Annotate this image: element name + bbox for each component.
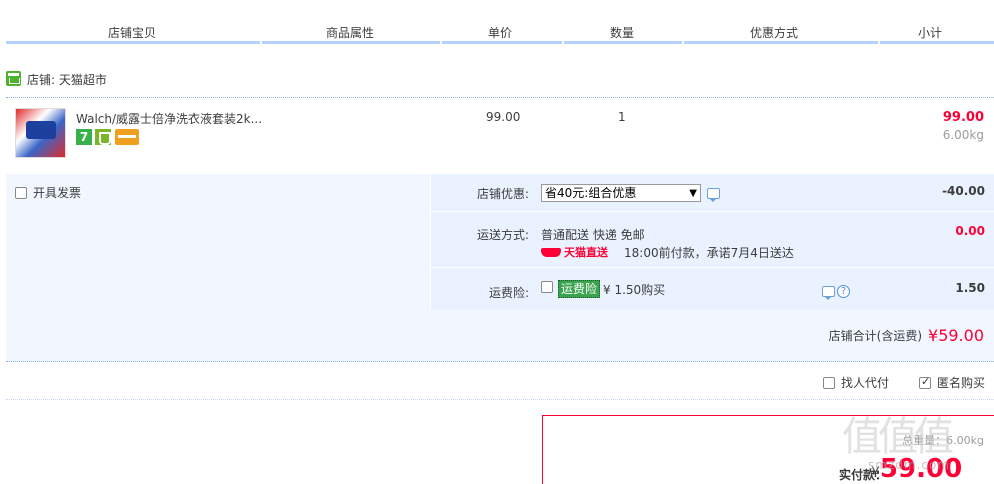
seven-day-return-icon[interactable]: 7 [76, 129, 92, 145]
watermark-url: smzdm.com [868, 458, 950, 472]
store-discount-row: 店铺优惠: 省40元:组合优惠 ▼ -40.00 [431, 174, 994, 212]
shop-name[interactable]: 店铺: 天猫超市 [27, 71, 107, 88]
header-subtotal: 小计 [917, 26, 942, 40]
store-discount-selected: 省40元:组合优惠 [545, 186, 637, 200]
store-total: 店铺合计(含运费) ¥59.00 [829, 326, 984, 345]
insurance-amount: 1.50 [955, 281, 985, 295]
header-shop-item: 店铺宝贝 [107, 26, 156, 40]
item-title-link[interactable]: Walch/威露士倍净洗衣液套装2k... [76, 110, 266, 127]
cart-item-row: Walch/威露士倍净洗衣液套装2k... 7 99.00 1 99.00 6.… [6, 98, 994, 174]
tmall-shop-icon [6, 71, 21, 86]
message-icon[interactable] [707, 188, 720, 202]
shipping-promise: 18:00前付款，承诺7月4日送达 [624, 246, 794, 260]
order-options-panel: 开具发票 店铺优惠: 省40元:组合优惠 ▼ -40.00 运送方式: 普通配送… [6, 174, 994, 362]
message-icon[interactable] [822, 286, 835, 300]
item-weight: 6.00kg [942, 128, 984, 142]
store-total-label: 店铺合计(含运费) [828, 329, 923, 343]
shop-row: 店铺: 天猫超市 [6, 62, 994, 98]
header-unit-price: 单价 [487, 26, 512, 40]
cart-header: 店铺宝贝 商品属性 单价 数量 优惠方式 小计 [6, 0, 994, 44]
invoice-checkbox[interactable] [15, 187, 27, 199]
insurance-row: 运费险: 运费险 ¥ 1.50购买 ? 1.50 [431, 268, 994, 310]
insurance-price: ¥ 1.50购买 [603, 283, 666, 297]
anonymous-option[interactable]: 匿名购买 [919, 374, 985, 391]
item-quantity: 1 [618, 110, 626, 124]
header-discount: 优惠方式 [749, 26, 798, 40]
tmall-direct-logo: 天猫直送 [541, 244, 608, 260]
header-quantity: 数量 [609, 26, 634, 40]
shipping-amount: 0.00 [955, 224, 985, 238]
options-column: 店铺优惠: 省40元:组合优惠 ▼ -40.00 运送方式: 普通配送 快递 免… [430, 174, 994, 310]
insurance-label: 运费险: [488, 286, 529, 300]
insurance-checkbox[interactable] [541, 281, 553, 293]
store-total-amount: ¥59.00 [928, 326, 984, 345]
anonymous-label: 匿名购买 [937, 376, 986, 390]
store-discount-amount: -40.00 [942, 184, 985, 198]
guarantee-icon[interactable] [95, 129, 111, 145]
insurance-tag[interactable]: 运费险 [558, 280, 601, 298]
item-unit-price: 99.00 [486, 110, 521, 124]
pay-options-row: 找人代付 匿名购买 [6, 362, 994, 400]
header-separator [562, 40, 564, 44]
insurance-option[interactable] [541, 280, 559, 294]
help-icon[interactable]: ? [837, 285, 850, 298]
store-discount-label: 店铺优惠: [476, 187, 529, 201]
header-separator [440, 40, 442, 44]
proxy-pay-checkbox[interactable] [823, 377, 835, 389]
item-thumbnail[interactable] [15, 108, 66, 158]
dropdown-arrow-icon: ▼ [689, 188, 697, 199]
proxy-pay-option[interactable]: 找人代付 [823, 374, 889, 391]
shipping-row: 运送方式: 普通配送 快递 免邮 天猫直送 18:00前付款，承诺7月4日送达 … [431, 212, 994, 268]
credit-card-icon[interactable] [115, 129, 139, 145]
watermark-logo: 值值值 [842, 414, 954, 460]
invoice-label: 开具发票 [33, 186, 82, 200]
proxy-pay-label: 找人代付 [841, 376, 890, 390]
header-attributes: 商品属性 [325, 26, 374, 40]
shipping-method: 普通配送 快递 免邮 [541, 228, 645, 242]
anonymous-checkbox[interactable] [919, 375, 931, 389]
header-separator [682, 40, 684, 44]
item-subtotal: 99.00 [942, 110, 984, 125]
invoice-option[interactable]: 开具发票 [15, 184, 81, 201]
shipping-label: 运送方式: [476, 228, 529, 242]
header-separator [260, 40, 262, 44]
store-discount-select[interactable]: 省40元:组合优惠 ▼ [541, 184, 701, 202]
header-separator [878, 40, 880, 44]
